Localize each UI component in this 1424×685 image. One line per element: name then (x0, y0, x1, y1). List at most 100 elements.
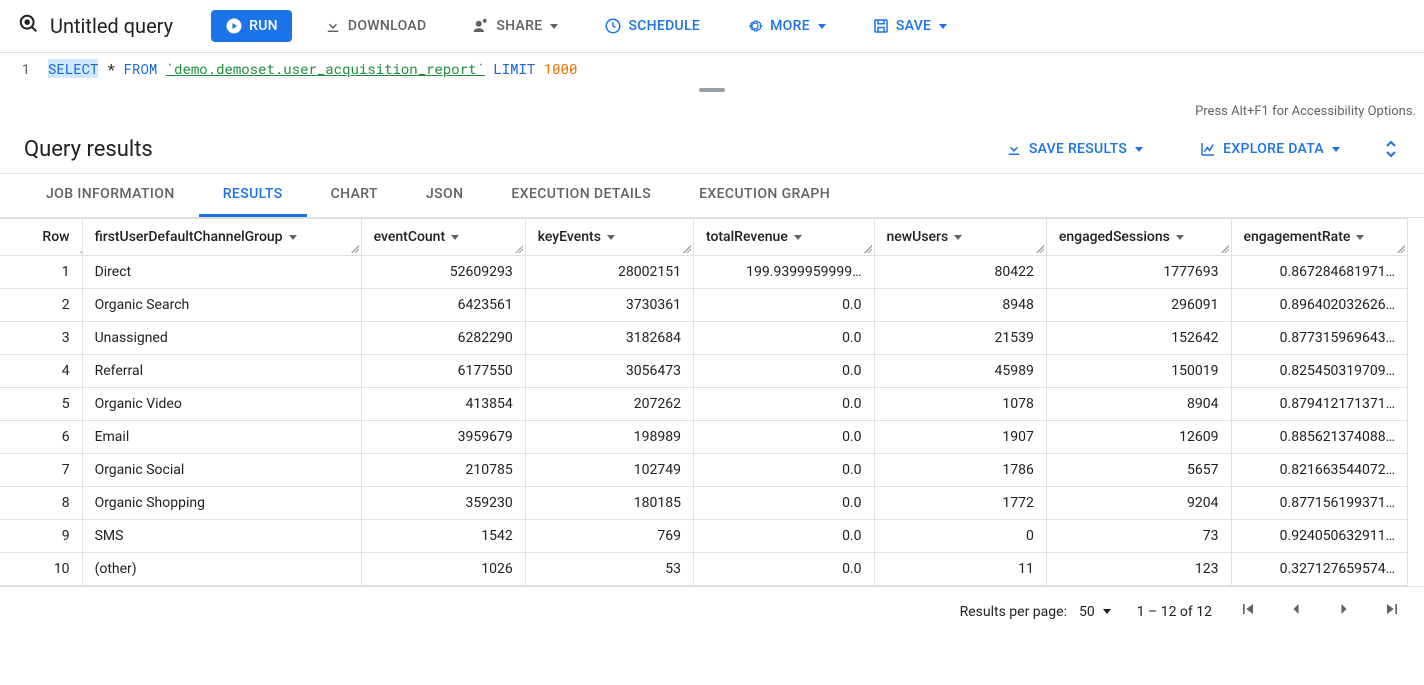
save-icon (872, 17, 890, 35)
cell-new-users: 45989 (874, 355, 1046, 388)
per-page-select[interactable]: 50 (1079, 604, 1111, 620)
resize-handle-icon[interactable] (683, 245, 691, 253)
cell-engagement-rate: 0.885621374088… (1231, 421, 1408, 454)
cell-engagement-rate: 0.879412171371… (1231, 388, 1408, 421)
cell-key-events: 28002151 (525, 256, 693, 289)
col-event-count[interactable]: eventCount (361, 219, 525, 256)
resize-handle-icon[interactable] (515, 245, 523, 253)
results-table: Row firstUserDefaultChannelGroup eventCo… (0, 218, 1408, 586)
cell-key-events: 3056473 (525, 355, 693, 388)
tab-json[interactable]: JSON (402, 174, 487, 217)
cell-channel: Organic Shopping (82, 487, 361, 520)
cell-row: 1 (0, 256, 82, 289)
schedule-button[interactable]: SCHEDULE (590, 10, 714, 42)
cell-new-users: 11 (874, 553, 1046, 586)
table-row: 9SMS15427690.00730.924050632911… (0, 520, 1408, 553)
tab-execution-graph[interactable]: EXECUTION GRAPH (675, 174, 854, 217)
explore-data-button[interactable]: EXPLORE DATA (1185, 133, 1354, 165)
cell-engagement-rate: 0.821663544072… (1231, 454, 1408, 487)
cell-total-revenue: 0.0 (693, 553, 874, 586)
cell-channel: Email (82, 421, 361, 454)
gear-icon (746, 17, 764, 35)
sql-editor[interactable]: 1 SELECT * FROM `demo.demoset.user_acqui… (0, 53, 1424, 80)
cell-event-count: 6282290 (361, 322, 525, 355)
cell-event-count: 52609293 (361, 256, 525, 289)
download-icon (324, 17, 342, 35)
save-button[interactable]: SAVE (858, 10, 961, 42)
cell-event-count: 210785 (361, 454, 525, 487)
cell-row: 3 (0, 322, 82, 355)
col-total-revenue[interactable]: totalRevenue (693, 219, 874, 256)
col-engagement-rate[interactable]: engagementRate (1231, 219, 1408, 256)
cell-new-users: 80422 (874, 256, 1046, 289)
cell-row: 7 (0, 454, 82, 487)
resize-handle-icon[interactable] (351, 245, 359, 253)
col-row[interactable]: Row (0, 219, 82, 256)
col-new-users[interactable]: newUsers (874, 219, 1046, 256)
table-row: 7Organic Social2107851027490.0178656570.… (0, 454, 1408, 487)
results-title: Query results (24, 137, 153, 162)
save-results-button[interactable]: SAVE RESULTS (991, 133, 1157, 165)
first-page-icon[interactable] (1238, 599, 1258, 624)
cell-engaged-sessions: 152642 (1046, 322, 1231, 355)
col-channel[interactable]: firstUserDefaultChannelGroup (82, 219, 361, 256)
next-page-icon[interactable] (1334, 599, 1354, 624)
table-row: 3Unassigned628229031826840.0215391526420… (0, 322, 1408, 355)
cell-channel: Referral (82, 355, 361, 388)
run-button[interactable]: RUN (211, 10, 292, 42)
cell-event-count: 359230 (361, 487, 525, 520)
cell-event-count: 6423561 (361, 289, 525, 322)
tab-chart[interactable]: CHART (307, 174, 402, 217)
cell-key-events: 102749 (525, 454, 693, 487)
caret-down-icon (1103, 609, 1111, 614)
share-button[interactable]: SHARE (458, 10, 572, 42)
table-header-row: Row firstUserDefaultChannelGroup eventCo… (0, 219, 1408, 256)
col-engaged-sessions[interactable]: engagedSessions (1046, 219, 1231, 256)
cell-channel: Organic Social (82, 454, 361, 487)
cell-key-events: 198989 (525, 421, 693, 454)
cell-key-events: 3730361 (525, 289, 693, 322)
per-page: Results per page: 50 (960, 604, 1111, 620)
caret-down-icon (451, 235, 459, 240)
caret-down-icon (550, 24, 558, 29)
cell-engaged-sessions: 150019 (1046, 355, 1231, 388)
accessibility-hint: Press Alt+F1 for Accessibility Options. (0, 92, 1424, 119)
cell-new-users: 21539 (874, 322, 1046, 355)
tab-results[interactable]: RESULTS (199, 174, 307, 217)
cell-engaged-sessions: 123 (1046, 553, 1231, 586)
unfold-icon[interactable] (1382, 139, 1400, 159)
cell-total-revenue: 0.0 (693, 454, 874, 487)
cell-event-count: 6177550 (361, 355, 525, 388)
cell-channel: Direct (82, 256, 361, 289)
prev-page-icon[interactable] (1286, 599, 1306, 624)
cell-event-count: 1542 (361, 520, 525, 553)
line-number: 1 (0, 55, 40, 78)
tab-execution-details[interactable]: EXECUTION DETAILS (487, 174, 675, 217)
cell-engaged-sessions: 9204 (1046, 487, 1231, 520)
cell-total-revenue: 0.0 (693, 355, 874, 388)
resize-handle-icon[interactable] (72, 245, 80, 253)
cell-new-users: 1772 (874, 487, 1046, 520)
sql-code: SELECT * FROM `demo.demoset.user_acquisi… (40, 55, 1424, 78)
play-icon (225, 17, 243, 35)
caret-down-icon (939, 24, 947, 29)
last-page-icon[interactable] (1382, 599, 1402, 624)
resize-handle-icon[interactable] (1036, 245, 1044, 253)
cell-event-count: 1026 (361, 553, 525, 586)
download-icon (1005, 140, 1023, 158)
download-button[interactable]: DOWNLOAD (310, 10, 441, 42)
resize-handle-icon[interactable] (1397, 245, 1405, 253)
cell-key-events: 53 (525, 553, 693, 586)
magnify-search-icon (18, 13, 40, 40)
cell-row: 6 (0, 421, 82, 454)
cell-row: 4 (0, 355, 82, 388)
results-actions: SAVE RESULTS EXPLORE DATA (991, 133, 1400, 165)
col-key-events[interactable]: keyEvents (525, 219, 693, 256)
resize-handle-icon[interactable] (1221, 245, 1229, 253)
tab-job-information[interactable]: JOB INFORMATION (22, 174, 199, 217)
table-row: 5Organic Video4138542072620.0107889040.8… (0, 388, 1408, 421)
more-button[interactable]: MORE (732, 10, 840, 42)
resize-handle-icon[interactable] (864, 245, 872, 253)
cell-engagement-rate: 0.877156199371… (1231, 487, 1408, 520)
cell-engagement-rate: 0.867284681971… (1231, 256, 1408, 289)
